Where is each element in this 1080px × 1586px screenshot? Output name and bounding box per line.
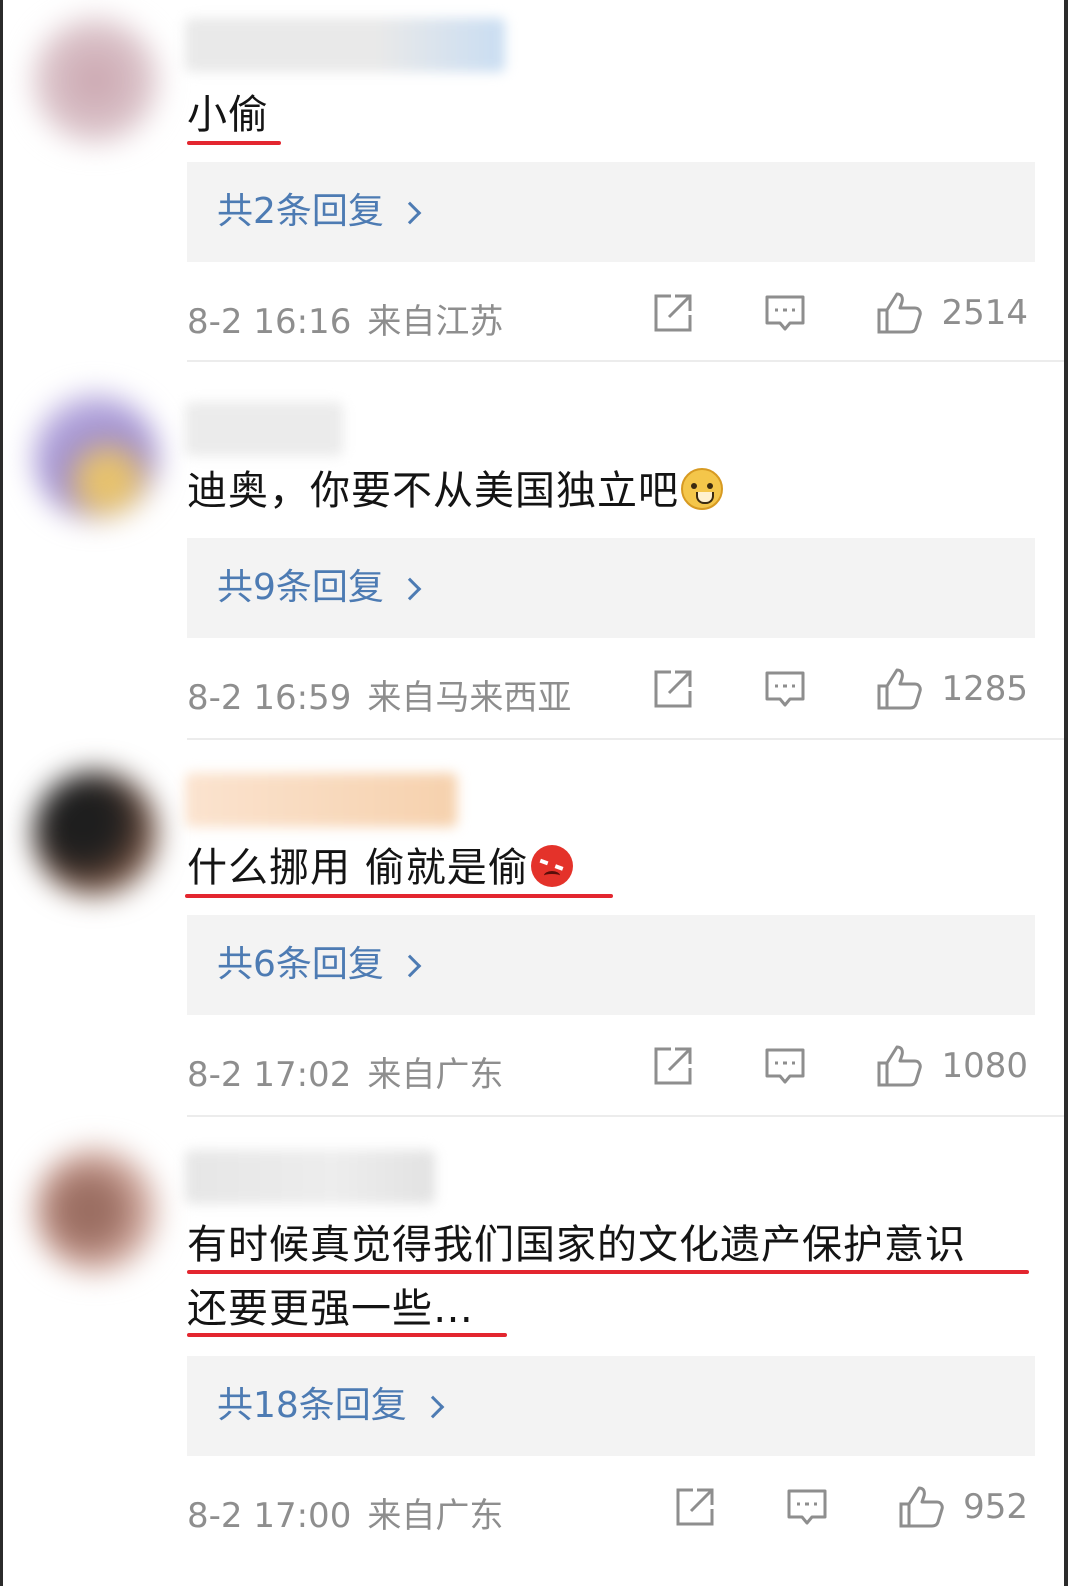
replies-count: 共6条回复 <box>217 944 384 985</box>
comment-text-line-1: 有时候真觉得我们国家的文化遗产保护意识 <box>187 1222 966 1268</box>
like-icon <box>877 292 923 334</box>
view-replies-link[interactable]: 共18条回复 <box>217 1356 445 1456</box>
share-icon[interactable] <box>651 291 695 335</box>
comment-meta: 8-2 17:00 来自广东 <box>187 1488 503 1537</box>
comment-meta: 8-2 17:02 来自广东 <box>187 1047 503 1096</box>
comment-icon[interactable] <box>763 291 807 335</box>
action-bar: 952 <box>673 1484 1028 1530</box>
red-underline <box>187 141 281 145</box>
comment-item: 什么挪用 偷就是偷 共6条回复 8-2 17:02 来自广东 1080 <box>3 753 1064 1117</box>
divider <box>187 360 1064 362</box>
like-icon <box>877 1045 923 1087</box>
comment-text: 小偷 <box>187 92 269 138</box>
share-icon[interactable] <box>651 667 695 711</box>
chevron-right-icon <box>398 201 422 225</box>
view-replies-link[interactable]: 共6条回复 <box>217 915 422 1015</box>
location: 来自广东 <box>367 1496 504 1536</box>
avatar[interactable] <box>33 1148 158 1273</box>
like-button[interactable]: 2514 <box>875 290 1028 336</box>
avatar[interactable] <box>33 394 158 519</box>
view-replies-link[interactable]: 共2条回复 <box>217 162 422 262</box>
username-blurred[interactable] <box>185 18 505 72</box>
comment-list: 小偷 共2条回复 8-2 16:16 来自江苏 2514 迪奥，你要不从美国独立… <box>0 0 1068 1586</box>
comment-text-line-2: 还要更强一些… <box>187 1286 474 1332</box>
like-button[interactable]: 952 <box>897 1484 1028 1530</box>
action-bar: 1285 <box>651 666 1028 712</box>
share-icon[interactable] <box>673 1485 717 1529</box>
reply-box[interactable]: 共18条回复 <box>187 1356 1035 1456</box>
action-bar: 2514 <box>651 290 1028 336</box>
divider <box>187 1115 1064 1117</box>
location: 来自广东 <box>367 1055 504 1095</box>
comment-icon[interactable] <box>763 1044 807 1088</box>
timestamp: 8-2 16:16 <box>187 302 352 342</box>
comment-meta: 8-2 16:59 来自马来西亚 <box>187 670 571 719</box>
share-icon[interactable] <box>651 1044 695 1088</box>
comment-item: 小偷 共2条回复 8-2 16:16 来自江苏 2514 <box>3 0 1064 364</box>
avatar[interactable] <box>33 18 158 143</box>
red-underline <box>187 1333 507 1337</box>
comment-icon[interactable] <box>785 1485 829 1529</box>
chevron-right-icon <box>398 954 422 978</box>
reply-box[interactable]: 共2条回复 <box>187 162 1035 262</box>
like-count: 1285 <box>941 669 1028 709</box>
location: 来自江苏 <box>367 302 504 342</box>
timestamp: 8-2 17:00 <box>187 1496 352 1536</box>
username-blurred[interactable] <box>185 773 457 827</box>
chevron-right-icon <box>421 1395 445 1419</box>
like-icon <box>877 668 923 710</box>
action-bar: 1080 <box>651 1043 1028 1089</box>
chevron-right-icon <box>398 577 422 601</box>
avatar[interactable] <box>33 771 158 896</box>
comment-text: 迪奥，你要不从美国独立吧 <box>187 460 723 522</box>
reply-box[interactable]: 共9条回复 <box>187 538 1035 638</box>
comment-text: 什么挪用 偷就是偷 <box>187 837 573 899</box>
like-count: 952 <box>963 1487 1028 1527</box>
like-count: 2514 <box>941 293 1028 333</box>
location: 来自马来西亚 <box>367 678 572 718</box>
replies-count: 共18条回复 <box>217 1385 407 1426</box>
divider <box>187 738 1064 740</box>
angry-emoji <box>530 845 573 887</box>
comment-icon[interactable] <box>763 667 807 711</box>
reply-box[interactable]: 共6条回复 <box>187 915 1035 1015</box>
comment-item: 有时候真觉得我们国家的文化遗产保护意识 还要更强一些… 共18条回复 8-2 1… <box>3 1130 1064 1586</box>
like-button[interactable]: 1080 <box>875 1043 1028 1089</box>
comment-item: 迪奥，你要不从美国独立吧 共9条回复 8-2 16:59 来自马来西亚 1285 <box>3 376 1064 740</box>
view-replies-link[interactable]: 共9条回复 <box>217 538 422 638</box>
comment-meta: 8-2 16:16 来自江苏 <box>187 294 503 343</box>
username-blurred[interactable] <box>185 1150 435 1204</box>
red-underline <box>187 1270 1029 1274</box>
like-icon <box>899 1486 944 1528</box>
timestamp: 8-2 16:59 <box>187 678 352 718</box>
like-count: 1080 <box>941 1046 1028 1086</box>
doge-emoji <box>681 468 723 510</box>
red-underline <box>185 894 613 898</box>
timestamp: 8-2 17:02 <box>187 1055 352 1095</box>
replies-count: 共2条回复 <box>217 191 384 232</box>
replies-count: 共9条回复 <box>217 567 384 608</box>
username-blurred[interactable] <box>185 402 343 456</box>
like-button[interactable]: 1285 <box>875 666 1028 712</box>
